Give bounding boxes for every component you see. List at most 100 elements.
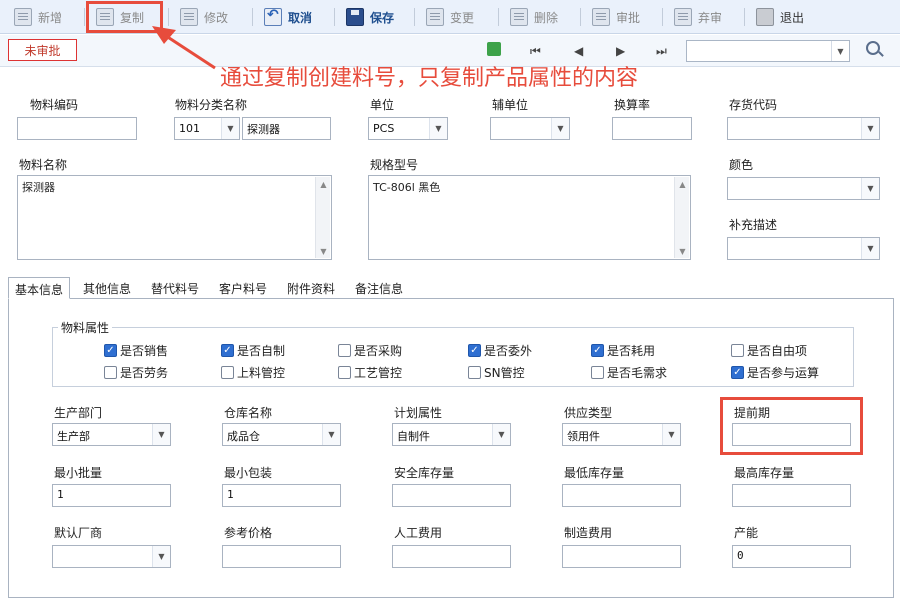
chevron-down-icon[interactable]: ▼ bbox=[322, 424, 340, 445]
ref-price-label: 参考价格 bbox=[224, 526, 273, 540]
tab-customer-parts[interactable]: 客户料号 bbox=[213, 277, 273, 299]
checkbox-checked-icon[interactable]: ✓ bbox=[731, 366, 744, 379]
checkbox-unchecked-icon[interactable] bbox=[104, 366, 117, 379]
cancel-button[interactable]: 取消 bbox=[264, 4, 312, 30]
safety-stock-input[interactable] bbox=[392, 484, 511, 507]
min-pack-label: 最小包装 bbox=[224, 466, 273, 480]
attribute-checkbox[interactable]: 是否劳务 bbox=[104, 364, 168, 381]
chevron-down-icon[interactable]: ▼ bbox=[152, 424, 170, 445]
prev-record-icon[interactable]: ◀ bbox=[574, 44, 583, 58]
checkbox-checked-icon[interactable]: ✓ bbox=[591, 344, 604, 357]
max-stock-input[interactable] bbox=[732, 484, 851, 507]
attribute-checkbox[interactable]: ✓ 是否参与运算 bbox=[731, 364, 819, 381]
next-record-icon[interactable]: ▶ bbox=[616, 44, 625, 58]
cancel-label: 取消 bbox=[288, 10, 313, 25]
checkbox-checked-icon[interactable]: ✓ bbox=[221, 344, 234, 357]
separator bbox=[414, 8, 415, 26]
warehouse-select[interactable]: 成品仓 ▼ bbox=[222, 423, 341, 446]
separator bbox=[334, 8, 335, 26]
color-select[interactable]: ▼ bbox=[727, 177, 880, 200]
plan-attr-select[interactable]: 自制件 ▼ bbox=[392, 423, 511, 446]
default-vendor-select[interactable]: ▼ bbox=[52, 545, 171, 568]
checkbox-unchecked-icon[interactable] bbox=[591, 366, 604, 379]
attribute-label: 是否耗用 bbox=[607, 344, 656, 358]
attribute-checkbox[interactable]: ✓ 是否销售 bbox=[104, 342, 168, 359]
material-name-label: 物料名称 bbox=[19, 158, 68, 172]
scrollbar[interactable]: ▲ ▼ bbox=[315, 177, 330, 258]
supply-type-select[interactable]: 领用件 ▼ bbox=[562, 423, 681, 446]
chevron-down-icon[interactable]: ▼ bbox=[861, 238, 879, 259]
refresh-icon[interactable] bbox=[487, 42, 501, 56]
separator bbox=[252, 8, 253, 26]
checkbox-checked-icon[interactable]: ✓ bbox=[104, 344, 117, 357]
chevron-down-icon[interactable]: ▼ bbox=[831, 41, 849, 61]
attribute-checkbox[interactable]: 是否自由项 bbox=[731, 342, 807, 359]
tab-substitute-parts[interactable]: 替代料号 bbox=[145, 277, 205, 299]
spec-textarea[interactable]: TC-806l 黑色 ▲ ▼ bbox=[368, 175, 691, 260]
unapprove-button[interactable]: 弃审 bbox=[674, 4, 722, 30]
record-search-combo[interactable]: ▼ bbox=[686, 40, 850, 62]
scrollbar[interactable]: ▲ ▼ bbox=[674, 177, 689, 258]
separator bbox=[662, 8, 663, 26]
first-record-icon[interactable]: ⏮ bbox=[530, 44, 541, 59]
chevron-down-icon[interactable]: ▼ bbox=[152, 546, 170, 567]
prod-dept-select[interactable]: 生产部 ▼ bbox=[52, 423, 171, 446]
checkbox-unchecked-icon[interactable] bbox=[468, 366, 481, 379]
conversion-input[interactable] bbox=[612, 117, 692, 140]
unit-select[interactable]: PCS ▼ bbox=[368, 117, 448, 140]
supplement-select[interactable]: ▼ bbox=[727, 237, 880, 260]
min-pack-input[interactable]: 1 bbox=[222, 484, 341, 507]
approve-button[interactable]: 审批 bbox=[592, 4, 640, 30]
checkbox-checked-icon[interactable]: ✓ bbox=[468, 344, 481, 357]
attribute-checkbox[interactable]: 是否毛需求 bbox=[591, 364, 667, 381]
capacity-input[interactable]: 0 bbox=[732, 545, 851, 568]
tab-other-info[interactable]: 其他信息 bbox=[77, 277, 137, 299]
material-code-input[interactable] bbox=[17, 117, 137, 140]
mfg-cost-label: 制造费用 bbox=[564, 526, 613, 540]
change-button[interactable]: 变更 bbox=[426, 4, 474, 30]
tab-remarks[interactable]: 备注信息 bbox=[349, 277, 409, 299]
tab-attachments[interactable]: 附件资料 bbox=[281, 277, 341, 299]
category-code-select[interactable]: 101 ▼ bbox=[174, 117, 240, 140]
attribute-checkbox[interactable]: 是否采购 bbox=[338, 342, 402, 359]
new-button[interactable]: 新增 bbox=[14, 4, 62, 30]
save-button[interactable]: 保存 bbox=[346, 4, 394, 30]
checkbox-unchecked-icon[interactable] bbox=[338, 366, 351, 379]
min-batch-input[interactable]: 1 bbox=[52, 484, 171, 507]
chevron-down-icon[interactable]: ▼ bbox=[551, 118, 569, 139]
chevron-down-icon[interactable]: ▼ bbox=[429, 118, 447, 139]
default-vendor-label: 默认厂商 bbox=[54, 526, 103, 540]
aux-unit-select[interactable]: ▼ bbox=[490, 117, 570, 140]
delete-button[interactable]: 删除 bbox=[510, 4, 558, 30]
inventory-code-select[interactable]: ▼ bbox=[727, 117, 880, 140]
category-name-input[interactable]: 探测器 bbox=[242, 117, 331, 140]
attribute-checkbox[interactable]: ✓ 是否耗用 bbox=[591, 342, 655, 359]
exit-button[interactable]: 退出 bbox=[756, 4, 804, 30]
lead-time-highlight-box bbox=[720, 397, 863, 455]
unit-label: 单位 bbox=[370, 98, 395, 112]
attribute-checkbox[interactable]: ✓ 是否自制 bbox=[221, 342, 285, 359]
attribute-checkbox[interactable]: ✓ 是否委外 bbox=[468, 342, 532, 359]
chevron-down-icon[interactable]: ▼ bbox=[662, 424, 680, 445]
search-icon[interactable] bbox=[866, 41, 880, 55]
labor-cost-input[interactable] bbox=[392, 545, 511, 568]
min-stock-input[interactable] bbox=[562, 484, 681, 507]
checkbox-unchecked-icon[interactable] bbox=[221, 366, 234, 379]
exit-label: 退出 bbox=[780, 10, 805, 25]
last-record-icon[interactable]: ⏭ bbox=[656, 44, 667, 59]
attribute-checkbox[interactable]: 上料管控 bbox=[221, 364, 285, 381]
separator bbox=[168, 8, 169, 26]
material-name-textarea[interactable]: 探测器 ▲ ▼ bbox=[17, 175, 332, 260]
ref-price-input[interactable] bbox=[222, 545, 341, 568]
attribute-checkbox[interactable]: 工艺管控 bbox=[338, 364, 402, 381]
chevron-down-icon[interactable]: ▼ bbox=[861, 118, 879, 139]
checkbox-unchecked-icon[interactable] bbox=[338, 344, 351, 357]
checkbox-unchecked-icon[interactable] bbox=[731, 344, 744, 357]
mfg-cost-input[interactable] bbox=[562, 545, 681, 568]
chevron-down-icon[interactable]: ▼ bbox=[221, 118, 239, 139]
chevron-down-icon[interactable]: ▼ bbox=[492, 424, 510, 445]
tab-basic-info[interactable]: 基本信息 bbox=[8, 277, 71, 299]
attribute-checkbox[interactable]: SN管控 bbox=[468, 364, 525, 381]
chevron-down-icon[interactable]: ▼ bbox=[861, 178, 879, 199]
edit-button[interactable]: 修改 bbox=[180, 4, 228, 30]
